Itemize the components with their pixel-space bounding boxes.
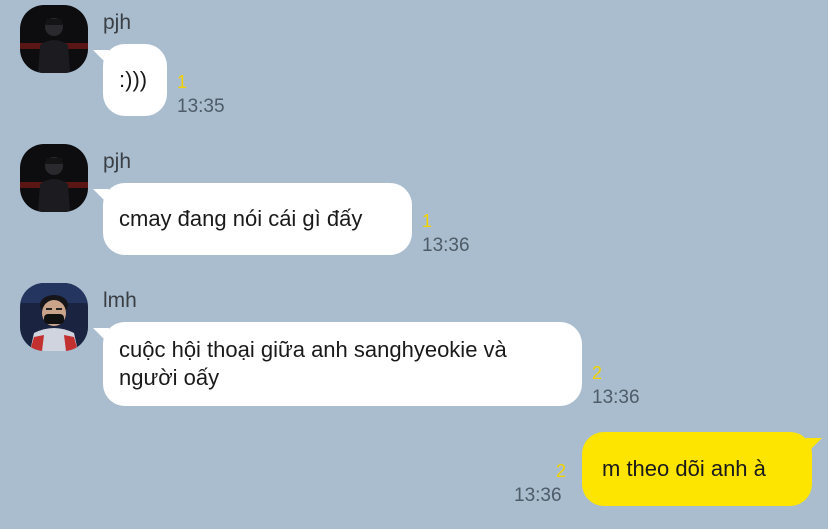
message-time: 13:36 <box>514 485 562 506</box>
message-bubble[interactable]: m theo dõi anh à <box>582 432 822 506</box>
unread-count: 2 <box>556 461 567 481</box>
message-text: m theo dõi anh à <box>602 456 766 481</box>
message-group-outgoing: 2 13:36 m theo dõi anh à <box>0 0 828 529</box>
